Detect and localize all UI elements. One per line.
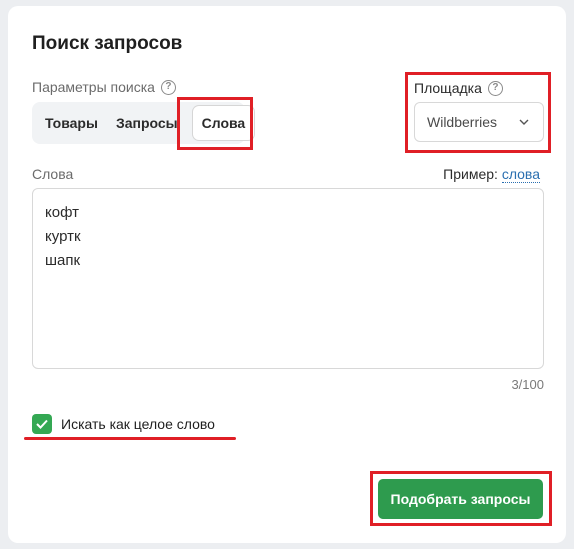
whole-word-checkbox-row[interactable]: Искать как целое слово (32, 414, 215, 434)
whole-word-checkbox[interactable] (32, 414, 52, 434)
platform-select[interactable]: Wildberries (414, 102, 544, 142)
search-params-label: Параметры поиска (32, 79, 155, 95)
search-params-label-row: Параметры поиска ? (32, 79, 176, 95)
question-circle-icon[interactable]: ? (487, 80, 503, 96)
highlight-underline-whole-word (24, 437, 236, 440)
platform-select-value: Wildberries (427, 114, 498, 130)
example-prefix: Пример: (443, 166, 498, 182)
checkmark-icon (36, 419, 48, 429)
example-link[interactable]: слова (501, 166, 540, 183)
tab-products[interactable]: Товары (36, 106, 107, 140)
whole-word-label: Искать как целое слово (61, 416, 215, 432)
platform-label: Площадка (414, 80, 482, 96)
tab-words[interactable]: Слова (192, 106, 255, 140)
page-title: Поиск запросов (32, 33, 183, 54)
words-label: Слова (32, 166, 74, 182)
question-circle-icon[interactable]: ? (160, 79, 176, 95)
example-hint: Пример: слова (443, 166, 540, 183)
platform-label-row: Площадка ? (414, 80, 503, 96)
submit-button[interactable]: Подобрать запросы (378, 479, 543, 519)
search-mode-tabs: Товары Запросы Слова (32, 102, 255, 144)
chevron-down-icon (519, 119, 529, 125)
tab-queries[interactable]: Запросы (107, 106, 187, 140)
char-counter: 3/100 (511, 377, 544, 392)
words-textarea[interactable]: кофт куртк шапк (32, 188, 544, 369)
